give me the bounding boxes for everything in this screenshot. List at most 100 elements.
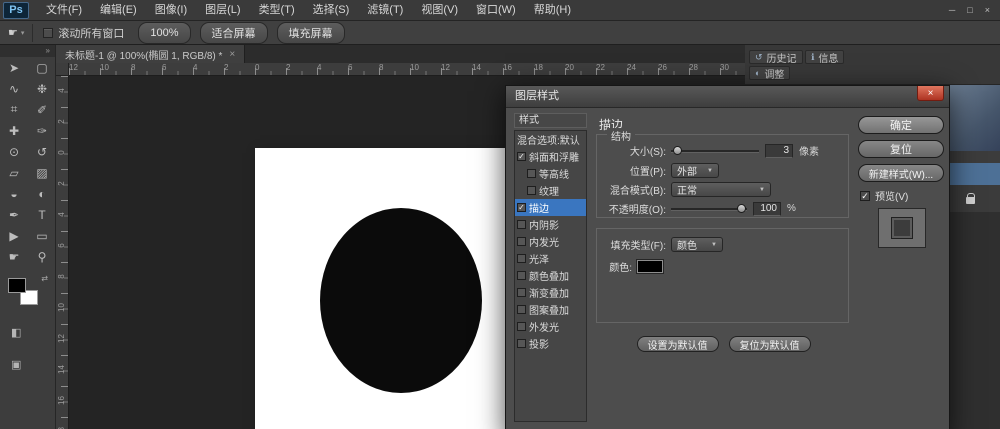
layers-panel-lock-row[interactable]: [950, 185, 1000, 212]
hand-tool[interactable]: ☛: [0, 246, 28, 267]
menu-item[interactable]: 文件(F): [37, 0, 91, 20]
menu-item[interactable]: 类型(T): [250, 0, 304, 20]
opacity-slider[interactable]: [671, 203, 747, 214]
style-item-bevel-emboss[interactable]: ✓ 斜面和浮雕: [515, 148, 586, 165]
clone-stamp-tool[interactable]: ⊙: [0, 141, 28, 162]
ellipse-shape-layer[interactable]: [320, 208, 482, 393]
swap-colors-icon[interactable]: ⇄: [41, 274, 48, 283]
path-selection-tool[interactable]: ▶: [0, 225, 28, 246]
quick-mask-button[interactable]: ◧: [0, 322, 56, 342]
style-checkbox[interactable]: [527, 186, 536, 195]
collapse-chevron-icon[interactable]: »: [0, 45, 55, 57]
slider-knob[interactable]: [737, 204, 746, 213]
document-tab[interactable]: 未标题-1 @ 100%(椭圆 1, RGB/8) * ×: [56, 45, 246, 63]
vertical-ruler[interactable]: 4 2 0 2 4 6 8 10 12 14 16 18: [56, 76, 69, 429]
style-checkbox[interactable]: [517, 339, 526, 348]
style-item-satin[interactable]: 光泽: [515, 250, 586, 267]
close-tab-icon[interactable]: ×: [229, 49, 235, 60]
style-item-outer-glow[interactable]: 外发光: [515, 318, 586, 335]
btn-100-percent[interactable]: 100%: [138, 21, 191, 44]
style-item-drop-shadow[interactable]: 投影: [515, 335, 586, 352]
foreground-color-swatch[interactable]: [8, 278, 26, 293]
style-item-stroke[interactable]: ✓ 描边: [515, 199, 586, 216]
style-checkbox[interactable]: [517, 322, 526, 331]
preview-checkbox[interactable]: ✓: [860, 190, 870, 201]
menu-item[interactable]: 图层(L): [196, 0, 249, 20]
menu-item[interactable]: 图像(I): [146, 0, 196, 20]
style-checkbox[interactable]: [517, 288, 526, 297]
shape-tool[interactable]: ▭: [28, 225, 56, 246]
style-checkbox[interactable]: ✓: [517, 152, 526, 161]
window-control-icon[interactable]: ×: [985, 5, 990, 15]
move-tool[interactable]: ➤: [0, 57, 28, 78]
brush-tool[interactable]: ✑: [28, 120, 56, 141]
menu-item[interactable]: 选择(S): [304, 0, 359, 20]
menu-item[interactable]: 视图(V): [412, 0, 467, 20]
btn-fill-screen[interactable]: 填充屏幕: [276, 21, 345, 44]
style-item-texture[interactable]: 纹理: [515, 182, 586, 199]
dialog-close-button[interactable]: ×: [917, 86, 944, 101]
zoom-tool[interactable]: ⚲: [28, 246, 56, 267]
history-brush-tool[interactable]: ↺: [28, 141, 56, 162]
style-checkbox[interactable]: [517, 305, 526, 314]
stroke-color-swatch[interactable]: [636, 259, 664, 274]
eyedropper-tool[interactable]: ✐: [28, 99, 56, 120]
selected-layer-row[interactable]: [950, 163, 1000, 185]
style-item-inner-shadow[interactable]: 内阴影: [515, 216, 586, 233]
tool-preset-picker[interactable]: ☛ ▾: [6, 23, 34, 42]
style-item-blending-options[interactable]: 混合选项:默认: [515, 131, 586, 148]
style-checkbox[interactable]: [517, 254, 526, 263]
style-item-inner-glow[interactable]: 内发光: [515, 233, 586, 250]
menu-item[interactable]: 窗口(W): [467, 0, 525, 20]
ok-button[interactable]: 确定: [858, 116, 944, 134]
crop-tool[interactable]: ⌗: [0, 99, 28, 120]
style-item-color-overlay[interactable]: 颜色叠加: [515, 267, 586, 284]
lasso-tool[interactable]: ∿: [0, 78, 28, 99]
window-control-icon[interactable]: ─: [949, 5, 955, 15]
menu-item[interactable]: 滤镜(T): [358, 0, 412, 20]
dialog-title-bar[interactable]: 图层样式: [506, 86, 949, 108]
size-slider[interactable]: [671, 145, 759, 156]
new-style-button[interactable]: 新建样式(W)...: [858, 164, 944, 182]
blur-tool[interactable]: ◒: [0, 183, 28, 204]
panel-tab-history[interactable]: ↺ 历史记: [749, 50, 803, 65]
type-tool[interactable]: T: [28, 204, 56, 225]
panel-tab-adjustments[interactable]: ◐ 调整: [749, 66, 791, 81]
healing-brush-tool[interactable]: ✚: [0, 120, 28, 141]
ruler-major-ticks: [69, 68, 745, 75]
dodge-tool[interactable]: ◐: [28, 183, 56, 204]
menu-item[interactable]: 编辑(E): [91, 0, 146, 20]
horizontal-ruler[interactable]: 12 10 8 6 4 2 0 2 4 6 8 10 12 14 16 18 20 22 24 26 28 30: [69, 63, 745, 76]
fill-type-dropdown[interactable]: 颜色 ▼: [671, 237, 723, 252]
position-dropdown[interactable]: 外部 ▼: [671, 163, 719, 178]
layers-panel-row[interactable]: [950, 151, 1000, 163]
style-checkbox[interactable]: [517, 237, 526, 246]
reset-button[interactable]: 复位: [858, 140, 944, 158]
btn-fit-screen[interactable]: 适合屏幕: [199, 21, 268, 44]
slider-knob[interactable]: [673, 146, 682, 155]
window-control-icon[interactable]: □: [967, 5, 972, 15]
style-checkbox[interactable]: [517, 220, 526, 229]
panel-tab-info[interactable]: ℹ 信息: [805, 50, 845, 65]
gradient-tool[interactable]: ▨: [28, 162, 56, 183]
style-item-contour[interactable]: 等高线: [515, 165, 586, 182]
panel-label: 历史记: [766, 53, 797, 65]
menu-item[interactable]: 帮助(H): [525, 0, 580, 20]
tool-icon: ▶: [9, 228, 19, 243]
screen-mode-button[interactable]: ▣: [0, 354, 56, 374]
size-value-input[interactable]: [765, 143, 793, 158]
scroll-all-windows-checkbox[interactable]: [43, 27, 54, 38]
eraser-tool[interactable]: ▱: [0, 162, 28, 183]
style-checkbox[interactable]: ✓: [517, 203, 526, 212]
pen-tool[interactable]: ✒: [0, 204, 28, 225]
style-checkbox[interactable]: [517, 271, 526, 280]
blend-mode-dropdown[interactable]: 正常 ▼: [671, 182, 771, 197]
style-item-gradient-overlay[interactable]: 渐变叠加: [515, 284, 586, 301]
style-item-pattern-overlay[interactable]: 图案叠加: [515, 301, 586, 318]
style-checkbox[interactable]: [527, 169, 536, 178]
opacity-value-input[interactable]: [753, 201, 781, 216]
reset-to-default-button[interactable]: 复位为默认值: [728, 336, 811, 352]
marquee-tool[interactable]: ▢: [28, 57, 56, 78]
quick-selection-tool[interactable]: ❉: [28, 78, 56, 99]
set-as-default-button[interactable]: 设置为默认值: [636, 336, 719, 352]
